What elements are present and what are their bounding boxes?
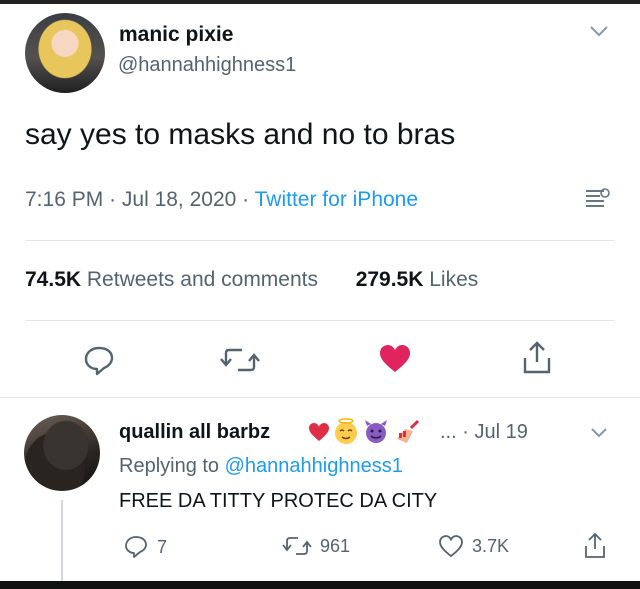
meta-separator: · bbox=[462, 421, 475, 443]
truncation-ellipsis: ... bbox=[440, 421, 457, 443]
tweet-meta: 7:16 PM · Jul 18, 2020 · Twitter for iPh… bbox=[25, 188, 418, 212]
retweet-icon bbox=[282, 537, 312, 555]
tweet-source[interactable]: Twitter for iPhone bbox=[255, 188, 418, 211]
divider bbox=[0, 397, 640, 398]
user-handle[interactable]: @hannahhighness1 bbox=[118, 54, 296, 77]
reply-count: 7 bbox=[157, 536, 168, 557]
chevron-down-icon[interactable] bbox=[590, 427, 608, 439]
share-icon[interactable] bbox=[520, 340, 554, 376]
name-emoji-badges bbox=[308, 418, 421, 446]
display-name[interactable]: quallin all barbz bbox=[119, 421, 270, 444]
reply-icon[interactable] bbox=[82, 343, 116, 377]
likes-count[interactable]: 279.5K bbox=[356, 268, 424, 291]
tweet-date: Jul 18, 2020 bbox=[121, 188, 237, 211]
tweet-stats: 74.5K Retweets and comments 279.5K Likes bbox=[25, 268, 478, 292]
avatar[interactable] bbox=[25, 13, 105, 93]
share-icon[interactable] bbox=[582, 531, 608, 561]
red-heart-emoji-icon bbox=[309, 423, 329, 441]
retweets-label[interactable]: Retweets and comments bbox=[87, 268, 318, 291]
tweet-time: 7:16 PM bbox=[25, 188, 104, 211]
smiling-devil-emoji-icon bbox=[365, 420, 387, 443]
retweet-icon[interactable] bbox=[220, 345, 260, 375]
likes-label[interactable]: Likes bbox=[429, 268, 478, 291]
replying-to-label: Replying to bbox=[119, 455, 225, 477]
reply-meta: ... · Jul 19 bbox=[440, 421, 528, 444]
relieved-face-emoji-icon bbox=[335, 418, 357, 444]
retweets-count[interactable]: 74.5K bbox=[25, 268, 81, 291]
analytics-icon[interactable] bbox=[583, 185, 611, 213]
avatar[interactable] bbox=[24, 415, 100, 491]
meta-separator: · bbox=[242, 188, 255, 211]
divider bbox=[25, 240, 615, 241]
replying-to: Replying to @hannahhighness1 bbox=[119, 455, 403, 478]
reply-button[interactable]: 7 bbox=[123, 534, 167, 560]
nail-polish-emoji-icon bbox=[397, 419, 420, 443]
meta-separator: · bbox=[109, 188, 122, 211]
replying-to-handle[interactable]: @hannahhighness1 bbox=[225, 455, 403, 477]
thread-line bbox=[61, 500, 63, 581]
top-edge bbox=[0, 0, 640, 4]
chevron-down-icon[interactable] bbox=[588, 24, 610, 38]
display-name[interactable]: manic pixie bbox=[119, 23, 233, 47]
reply-date[interactable]: Jul 19 bbox=[474, 421, 527, 443]
retweet-count: 961 bbox=[320, 535, 351, 556]
heart-icon bbox=[439, 535, 463, 558]
like-count: 3.7K bbox=[472, 535, 510, 556]
reply-text: FREE DA TITTY PROTEC DA CITY bbox=[119, 490, 438, 512]
like-button[interactable]: 3.7K bbox=[438, 534, 509, 558]
heart-icon[interactable] bbox=[378, 344, 412, 374]
tweet-text: say yes to masks and no to bras bbox=[25, 118, 456, 151]
reply-icon bbox=[125, 536, 147, 558]
retweet-button[interactable]: 961 bbox=[282, 534, 350, 558]
divider bbox=[25, 320, 615, 321]
bottom-edge bbox=[0, 581, 640, 589]
